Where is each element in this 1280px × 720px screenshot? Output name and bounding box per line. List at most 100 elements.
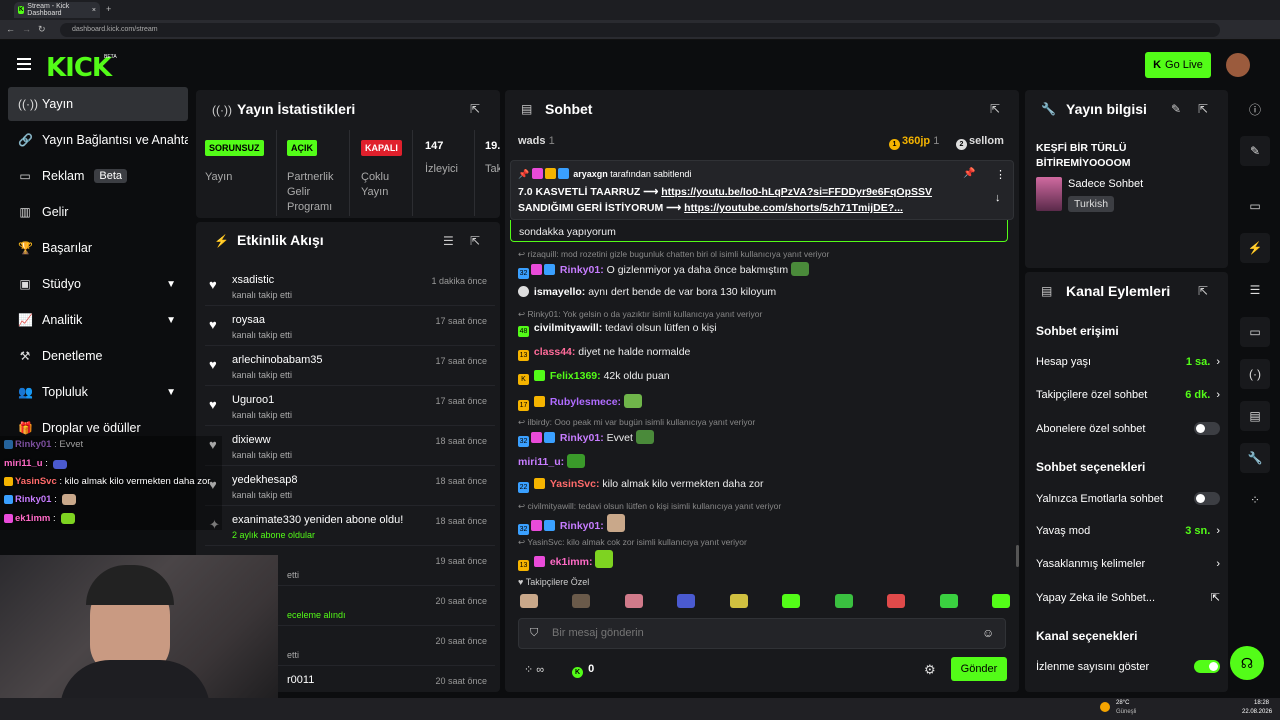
activity-time: 17 saat önce: [435, 316, 487, 326]
kick-points[interactable]: K 0: [572, 663, 594, 678]
show-viewers-toggle[interactable]: [1194, 660, 1220, 673]
new-tab-icon[interactable]: +: [106, 4, 111, 14]
emote-only-toggle[interactable]: [1194, 492, 1220, 505]
activity-user[interactable]: exanimate330 yeniden abone oldu!: [232, 514, 403, 526]
activity-user[interactable]: dixieww: [232, 434, 271, 446]
popout-icon[interactable]: ⇱: [990, 102, 1000, 116]
sidebar-item-stream-link[interactable]: 🔗 Yayın Bağlantısı ve Anahtarı: [8, 123, 188, 157]
stat-followers: 19.7 Tak: [485, 140, 500, 177]
subs-chat-toggle[interactable]: [1194, 422, 1220, 435]
followers-chat-row[interactable]: Takipçilere özel sohbet 6 dk. ›: [1036, 389, 1220, 401]
info-icon[interactable]: ⓘ: [1240, 94, 1270, 124]
sidebar-item-topluluk[interactable]: 👥 Topluluk ▼: [8, 375, 188, 409]
category-name[interactable]: Sadece Sohbet: [1068, 178, 1143, 190]
activity-desc: kanalı takip etti: [232, 450, 293, 460]
chat-username[interactable]: civilmityawill:: [534, 322, 602, 334]
address-field[interactable]: dashboard.kick.com/stream: [60, 23, 1220, 37]
chat-username[interactable]: Rinky01:: [560, 432, 604, 444]
activity-user[interactable]: xsadistic: [232, 274, 274, 286]
chat-username[interactable]: Felix1369:: [550, 370, 601, 382]
points-icon[interactable]: ⁘ ∞: [524, 663, 544, 676]
lightning-icon[interactable]: ⚡: [1240, 233, 1270, 263]
activity-user[interactable]: yedekhesap8: [232, 474, 297, 486]
row-label: İzlenme sayısını göster: [1036, 660, 1150, 673]
wrench-icon[interactable]: 🔧: [1240, 443, 1270, 473]
activity-user[interactable]: r0011: [287, 674, 314, 686]
chat-username[interactable]: class44:: [534, 346, 575, 358]
smile-emote-icon[interactable]: [939, 594, 958, 608]
broadcast-icon[interactable]: (·): [1240, 359, 1270, 389]
pinned-link[interactable]: https://youtube.com/shorts/5zh71TmijDE?.…: [684, 202, 903, 214]
chat-username[interactable]: miri11_u:: [518, 456, 564, 468]
banned-words-row[interactable]: Yasaklanmış kelimeler ›: [1036, 558, 1220, 570]
chat-username[interactable]: ek1imm:: [550, 556, 593, 568]
coin-icon: 1: [889, 139, 900, 150]
popout-icon[interactable]: ⇱: [1198, 102, 1208, 116]
edit-pencil-icon[interactable]: ✎: [1171, 102, 1181, 116]
top-chatter[interactable]: wads 1: [518, 135, 555, 147]
user-avatar[interactable]: [1226, 53, 1250, 77]
reload-icon[interactable]: ↻: [38, 24, 46, 35]
account-age-row[interactable]: Hesap yaşı 1 sa. ›: [1036, 356, 1220, 368]
slow-mode-row[interactable]: Yavaş mod 3 sn. ›: [1036, 525, 1220, 537]
chat-bubble-icon[interactable]: ▭: [1240, 317, 1270, 347]
go-live-button[interactable]: K Go Live: [1145, 52, 1211, 78]
stats-layout-icon[interactable]: ▭: [1240, 191, 1270, 221]
duck-emote-icon[interactable]: [729, 594, 748, 608]
activity-user[interactable]: arlechinobabam35: [232, 354, 323, 366]
hamburger-menu-icon[interactable]: [17, 58, 31, 70]
emoji-icon[interactable]: ☺: [982, 626, 994, 640]
unpin-icon[interactable]: 📌: [963, 168, 975, 179]
popout-icon[interactable]: ⇱: [1198, 284, 1208, 298]
activity-user[interactable]: roysaa: [232, 314, 265, 326]
send-button[interactable]: Gönder: [951, 657, 1007, 681]
support-headset-icon[interactable]: ☊: [1230, 646, 1264, 680]
sidebar-item-gelir[interactable]: ▥ Gelir: [8, 195, 188, 229]
expand-pinned-icon[interactable]: ↓: [995, 192, 1001, 204]
more-options-icon[interactable]: ⋮: [995, 168, 1006, 181]
kick-logo[interactable]: KICK: [46, 53, 112, 83]
pig-emote-icon[interactable]: [624, 594, 643, 608]
edit-pencil-icon[interactable]: ✎: [1240, 136, 1270, 166]
mario-emote-icon[interactable]: [677, 594, 696, 608]
close-tab-icon[interactable]: ×: [92, 7, 96, 14]
settings-gear-icon[interactable]: ⚙: [924, 662, 936, 678]
sidebar-item-basarilar[interactable]: 🏆 Başarılar: [8, 231, 188, 265]
activity-user[interactable]: Uguroo1: [232, 394, 274, 406]
box-emote-icon[interactable]: [834, 594, 853, 608]
sidebar-item-reklam[interactable]: ▭ Reklam Beta: [8, 159, 188, 193]
chat-username[interactable]: Rinky01:: [560, 264, 604, 276]
forward-icon[interactable]: →: [22, 24, 31, 34]
popout-icon[interactable]: ⇱: [470, 102, 480, 116]
category-thumbnail[interactable]: [1036, 177, 1062, 211]
points-leader[interactable]: 1 360jp 1: [889, 135, 939, 150]
ai-chat-row[interactable]: Yapay Zeka ile Sohbet... ⇱: [1036, 591, 1220, 605]
chat-username[interactable]: Rinky01:: [560, 520, 604, 532]
face-emote-icon[interactable]: [887, 594, 906, 608]
channel-actions-icon[interactable]: ▤: [1240, 401, 1270, 431]
blob-emote-icon[interactable]: [991, 594, 1010, 608]
chat-message: miri11_u:: [518, 454, 586, 468]
integrations-icon[interactable]: ⁘: [1240, 485, 1270, 515]
dog-emote-icon[interactable]: [572, 594, 591, 608]
chat-scrollbar[interactable]: [1016, 545, 1019, 567]
chat-message: 48 civilmityawill: tedavi olsun lütfen o…: [518, 322, 717, 337]
popout-icon[interactable]: ⇱: [470, 234, 480, 248]
sidebar-item-yayin[interactable]: ((·)) Yayın: [8, 87, 188, 121]
chat-username[interactable]: ismayello:: [534, 286, 585, 298]
chat-message-input[interactable]: [552, 622, 972, 644]
back-icon[interactable]: ←: [6, 24, 15, 34]
sidebar-item-denetleme[interactable]: ⚒ Denetleme: [8, 339, 188, 373]
chat-username[interactable]: Rubylesmece:: [550, 396, 621, 408]
rank-leader[interactable]: 2 sellom: [956, 135, 1004, 150]
chat-text: tedavi olsun lütfen o kişi: [605, 322, 717, 334]
pinned-link[interactable]: https://youtu.be/Io0-hLqPzVA?si=FFDDyr9e…: [661, 186, 932, 198]
chat-username[interactable]: YasinSvc:: [550, 478, 600, 490]
browser-tab[interactable]: K Stream - Kick Dashboard ×: [14, 2, 100, 18]
cat-emote-icon[interactable]: [520, 594, 538, 608]
list-icon[interactable]: ☰: [1240, 275, 1270, 305]
sidebar-item-studyo[interactable]: ▣ Stüdyo ▼: [8, 267, 188, 301]
ghost-emote-icon[interactable]: [782, 594, 801, 608]
sidebar-item-analitik[interactable]: 📈 Analitik ▼: [8, 303, 188, 337]
filter-icon[interactable]: ☰: [443, 234, 454, 248]
